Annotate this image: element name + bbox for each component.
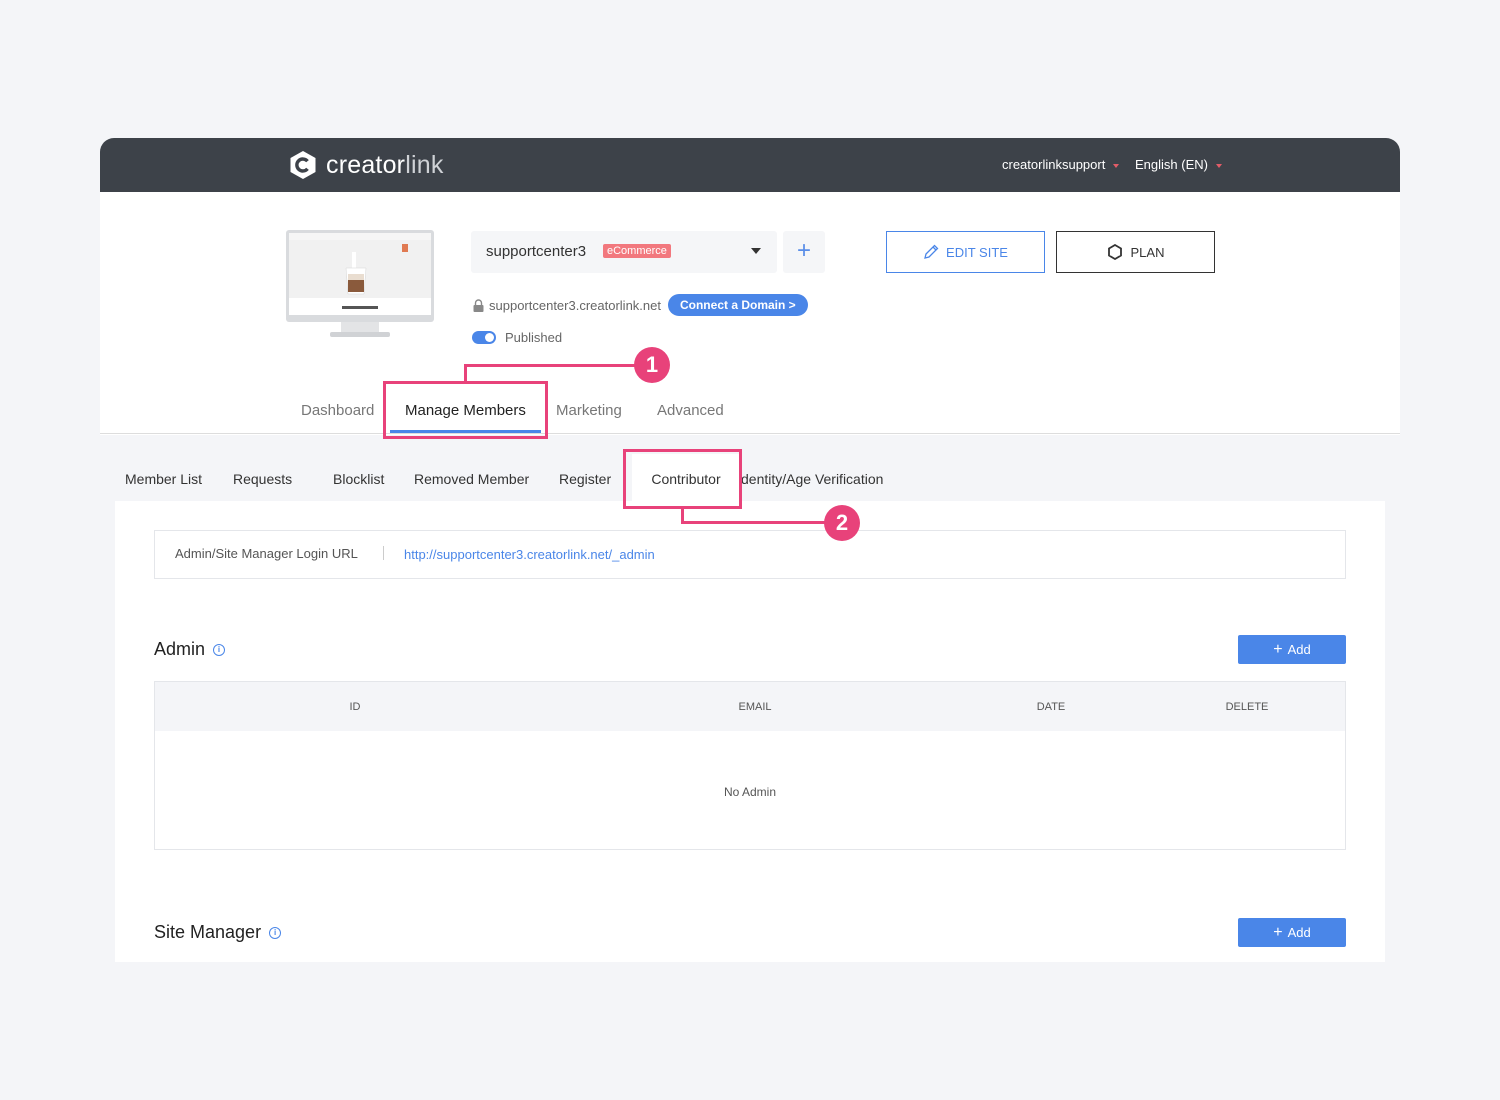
admin-table-header: ID EMAIL DATE DELETE bbox=[155, 682, 1345, 731]
site-selector[interactable]: supportcenter3 eCommerce bbox=[471, 231, 777, 273]
info-icon[interactable]: i bbox=[213, 644, 226, 657]
tab-advanced[interactable]: Advanced bbox=[657, 402, 724, 419]
add-admin-button[interactable]: + Add bbox=[1238, 635, 1346, 664]
top-bar: creatorlink creatorlinksupport English (… bbox=[100, 138, 1400, 192]
brand-name: creatorlink bbox=[326, 150, 444, 179]
main-tabs: Dashboard Manage Members Marketing Advan… bbox=[100, 394, 1400, 434]
site-domain: supportcenter3.creatorlink.net bbox=[489, 297, 661, 313]
annotation-box-2 bbox=[623, 449, 742, 509]
publish-toggle[interactable] bbox=[472, 331, 496, 344]
dropdown-arrow-icon bbox=[751, 248, 761, 254]
annotation-badge-1: 1 bbox=[634, 347, 670, 383]
admin-table: ID EMAIL DATE DELETE No Admin bbox=[154, 681, 1346, 850]
site-manager-section-title: Site Manager i bbox=[154, 922, 282, 943]
subtab-register[interactable]: Register bbox=[559, 471, 611, 487]
subtab-requests[interactable]: Requests bbox=[233, 471, 292, 487]
add-site-manager-button[interactable]: + Add bbox=[1238, 918, 1346, 947]
login-url-label: Admin/Site Manager Login URL bbox=[175, 546, 358, 561]
language-label: English (EN) bbox=[1135, 157, 1208, 172]
domain-row: supportcenter3.creatorlink.net Connect a… bbox=[473, 294, 808, 316]
plus-icon: + bbox=[1273, 640, 1283, 658]
annotation-box-1 bbox=[383, 381, 548, 439]
add-site-button[interactable]: + bbox=[783, 231, 825, 273]
app-window: creatorlink creatorlinksupport English (… bbox=[100, 138, 1400, 962]
plan-label: PLAN bbox=[1130, 244, 1165, 260]
caret-down-icon bbox=[1113, 163, 1120, 168]
column-id: ID bbox=[349, 701, 361, 713]
login-url-box: Admin/Site Manager Login URL http://supp… bbox=[154, 530, 1346, 579]
login-url-link[interactable]: http://supportcenter3.creatorlink.net/_a… bbox=[404, 547, 655, 562]
language-menu[interactable]: English (EN) bbox=[1135, 157, 1222, 172]
ecommerce-badge: eCommerce bbox=[603, 244, 671, 258]
column-email: EMAIL bbox=[738, 701, 772, 713]
add-admin-label: Add bbox=[1287, 642, 1311, 657]
tab-dashboard[interactable]: Dashboard bbox=[301, 402, 374, 419]
creatorlink-logo[interactable]: creatorlink bbox=[288, 150, 444, 180]
pencil-icon bbox=[924, 244, 939, 259]
contributor-panel: Admin/Site Manager Login URL http://supp… bbox=[115, 501, 1385, 962]
subtab-identity-verification[interactable]: dentity/Age Verification bbox=[741, 471, 883, 487]
creatorlink-logo-icon bbox=[290, 151, 316, 179]
plus-icon: + bbox=[1273, 923, 1283, 941]
publish-status: Published bbox=[505, 330, 563, 345]
publish-row: Published bbox=[472, 330, 562, 345]
info-icon[interactable]: i bbox=[269, 927, 282, 940]
edit-site-label: EDIT SITE bbox=[946, 244, 1008, 260]
subtab-member-list[interactable]: Member List bbox=[125, 471, 202, 487]
column-date: DATE bbox=[1036, 701, 1066, 713]
site-manager-title: Site Manager bbox=[154, 922, 262, 942]
plan-hexagon-icon bbox=[1107, 244, 1122, 260]
member-settings-area: Member List Requests Blocklist Removed M… bbox=[100, 435, 1400, 962]
user-menu[interactable]: creatorlinksupport bbox=[1002, 157, 1120, 172]
site-thumbnail[interactable] bbox=[286, 230, 434, 342]
tab-marketing[interactable]: Marketing bbox=[556, 402, 622, 419]
admin-section-title: Admin i bbox=[154, 639, 226, 660]
empty-admin-message: No Admin bbox=[723, 785, 777, 799]
user-name: creatorlinksupport bbox=[1002, 157, 1106, 172]
subtab-blocklist[interactable]: Blocklist bbox=[333, 471, 384, 487]
edit-site-button[interactable]: EDIT SITE bbox=[886, 231, 1045, 273]
subtab-removed-member[interactable]: Removed Member bbox=[414, 471, 529, 487]
annotation-badge-2: 2 bbox=[824, 505, 860, 541]
caret-down-icon bbox=[1215, 163, 1222, 168]
connect-domain-button[interactable]: Connect a Domain > bbox=[667, 294, 808, 316]
annotation-line-1 bbox=[464, 364, 636, 367]
plan-button[interactable]: PLAN bbox=[1056, 231, 1215, 273]
admin-title: Admin bbox=[154, 639, 206, 659]
divider bbox=[383, 546, 384, 560]
column-delete: DELETE bbox=[1225, 701, 1269, 713]
site-name: supportcenter3 bbox=[486, 243, 587, 260]
annotation-line-2 bbox=[681, 521, 826, 524]
add-site-manager-label: Add bbox=[1287, 925, 1311, 940]
lock-icon bbox=[473, 298, 484, 312]
